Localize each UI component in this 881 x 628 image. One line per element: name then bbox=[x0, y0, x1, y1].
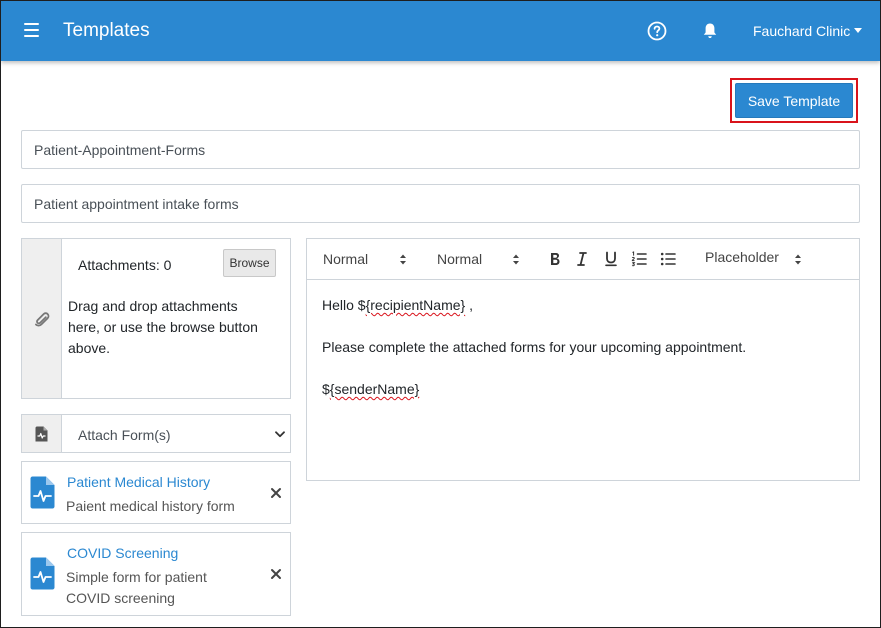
select-arrows-icon bbox=[513, 254, 519, 265]
bold-icon[interactable] bbox=[547, 251, 563, 267]
clinic-name: Fauchard Clinic bbox=[753, 23, 851, 39]
menu-icon[interactable] bbox=[24, 23, 39, 38]
font-select-value: Normal bbox=[323, 251, 369, 267]
size-select-value: Normal bbox=[437, 251, 483, 267]
form-title-link[interactable]: COVID Screening bbox=[67, 545, 178, 561]
chevron-down-icon bbox=[275, 431, 285, 438]
italic-icon[interactable] bbox=[574, 251, 590, 267]
form-description: Paient medical history form bbox=[66, 496, 266, 517]
clinic-dropdown[interactable]: Fauchard Clinic bbox=[753, 23, 863, 39]
select-arrows-icon bbox=[795, 254, 801, 265]
editor-paragraph: Please complete the attached forms for y… bbox=[322, 339, 747, 355]
greeting-suffix: , bbox=[465, 297, 473, 313]
caret-down-icon bbox=[854, 28, 863, 33]
attach-forms-icon-panel bbox=[22, 415, 62, 452]
save-template-button[interactable]: Save Template bbox=[735, 83, 853, 118]
placeholder-select[interactable]: Placeholder bbox=[705, 249, 779, 265]
form-document-icon bbox=[30, 476, 55, 509]
help-icon[interactable] bbox=[647, 21, 667, 41]
sender-placeholder: {senderName} bbox=[329, 381, 420, 397]
page-title: Templates bbox=[63, 20, 150, 41]
form-document-icon bbox=[30, 557, 55, 590]
rich-text-editor: Normal Normal Placeholder Hello ${recipi… bbox=[306, 238, 860, 481]
attached-form-card: COVID Screening Simple form for patient … bbox=[21, 532, 291, 616]
dropzone-text-line: above. bbox=[68, 340, 111, 356]
editor-content[interactable]: Hello ${recipientName} , Please complete… bbox=[322, 295, 842, 421]
select-arrows-icon bbox=[400, 254, 406, 265]
form-title-link[interactable]: Patient Medical History bbox=[67, 474, 210, 490]
bell-icon[interactable] bbox=[702, 22, 718, 40]
template-description-input[interactable] bbox=[21, 184, 860, 223]
paperclip-icon bbox=[35, 312, 50, 327]
font-select[interactable]: Normal bbox=[323, 251, 368, 267]
placeholder-select-value: Placeholder bbox=[705, 249, 779, 265]
signature-prefix: $ bbox=[322, 381, 330, 397]
bullet-list-icon[interactable] bbox=[660, 251, 676, 267]
close-icon[interactable] bbox=[270, 487, 282, 499]
editor-paragraph: ${senderName} bbox=[322, 379, 842, 400]
size-select[interactable]: Normal bbox=[437, 251, 482, 267]
attachments-dropzone[interactable]: Attachments: 0 Browse Drag and drop atta… bbox=[21, 238, 291, 399]
dropzone-text-line: Drag and drop attachments bbox=[68, 298, 238, 314]
template-name-input[interactable] bbox=[21, 130, 860, 169]
form-description-line: COVID screening bbox=[66, 590, 175, 606]
form-description: Simple form for patient COVID screening bbox=[66, 567, 266, 609]
app-window: Templates Fauchard Clinic Save Template … bbox=[0, 0, 881, 628]
recipient-placeholder: {recipientName} bbox=[365, 297, 466, 313]
dropzone-instructions: Drag and drop attachments here, or use t… bbox=[68, 296, 283, 359]
underline-icon[interactable] bbox=[603, 251, 619, 267]
attachments-header: Attachments: 0 Browse bbox=[63, 239, 290, 287]
greeting-prefix: Hello $ bbox=[322, 297, 366, 313]
top-navbar: Templates Fauchard Clinic bbox=[1, 1, 880, 61]
dropzone-text-line: here, or use the browse button bbox=[68, 319, 258, 335]
form-description-line: Simple form for patient bbox=[66, 569, 207, 585]
attach-forms-label: Attach Form(s) bbox=[78, 427, 171, 443]
attachments-count: Attachments: 0 bbox=[78, 257, 172, 273]
save-button-highlight: Save Template bbox=[730, 78, 858, 123]
close-icon[interactable] bbox=[270, 568, 282, 580]
attach-forms-select[interactable]: Attach Form(s) bbox=[21, 414, 291, 453]
form-description-line: Paient medical history form bbox=[66, 498, 235, 514]
editor-paragraph: Hello ${recipientName} , bbox=[322, 295, 842, 316]
editor-toolbar: Normal Normal Placeholder bbox=[307, 239, 859, 280]
ordered-list-icon[interactable] bbox=[631, 251, 647, 267]
attached-form-card: Patient Medical History Paient medical h… bbox=[21, 461, 291, 524]
form-document-icon bbox=[35, 426, 48, 442]
browse-button[interactable]: Browse bbox=[223, 249, 276, 277]
attachments-icon-panel bbox=[22, 239, 62, 398]
